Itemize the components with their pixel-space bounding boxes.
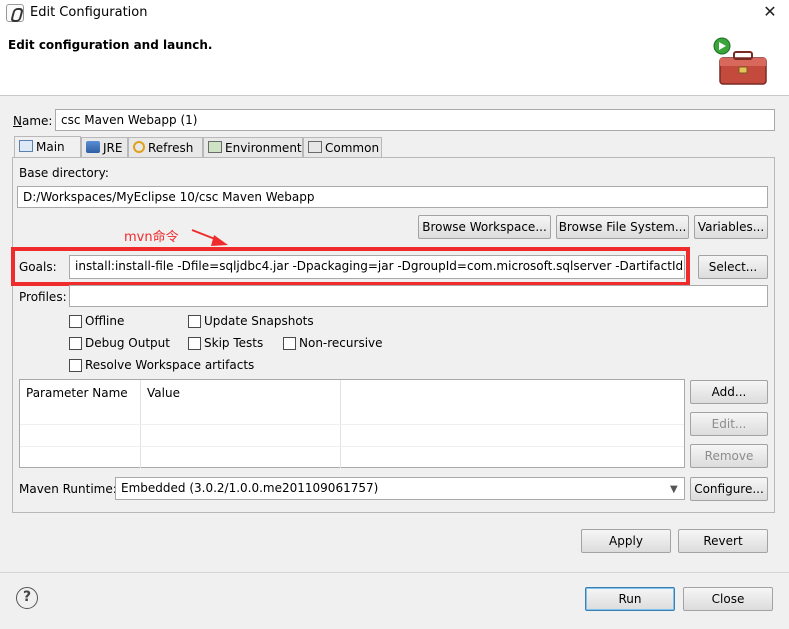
- annotation-text: mvn命令: [124, 230, 179, 245]
- configure-runtime-button[interactable]: Configure...: [690, 477, 768, 501]
- maven-runtime-select[interactable]: Embedded (3.0.2/1.0.0.me201109061757): [115, 477, 685, 500]
- tab-environment[interactable]: Environment: [203, 137, 303, 158]
- goals-select-button[interactable]: Select...: [698, 255, 768, 279]
- non-recursive-checkbox[interactable]: [283, 337, 296, 350]
- close-button[interactable]: Close: [683, 587, 773, 611]
- help-icon[interactable]: ?: [16, 587, 38, 609]
- name-label: Name:: [13, 114, 53, 128]
- window-title: Edit Configuration: [30, 5, 148, 20]
- environment-tab-icon: [208, 141, 222, 153]
- skip-tests-checkbox[interactable]: [188, 337, 201, 350]
- resolve-workspace-checkbox[interactable]: [69, 359, 82, 372]
- chevron-down-icon: ▼: [670, 484, 678, 495]
- update-snapshots-label: Update Snapshots: [204, 314, 314, 328]
- name-field[interactable]: csc Maven Webapp (1): [55, 109, 775, 131]
- main-tab-icon: [19, 140, 33, 152]
- offline-label: Offline: [85, 314, 125, 328]
- resolve-workspace-label: Resolve Workspace artifacts: [85, 358, 255, 372]
- variables-button[interactable]: Variables...: [694, 215, 768, 239]
- profiles-field[interactable]: [69, 285, 768, 307]
- goals-highlight-box: [11, 247, 690, 286]
- edit-parameter-button[interactable]: Edit...: [690, 412, 768, 436]
- parameters-table[interactable]: Parameter Name Value: [19, 379, 685, 468]
- common-tab-icon: [308, 141, 322, 153]
- add-parameter-button[interactable]: Add...: [690, 380, 768, 404]
- browse-file-system-button[interactable]: Browse File System...: [556, 215, 689, 239]
- annotation-arrow-icon: [191, 229, 228, 246]
- app-icon: [6, 4, 24, 22]
- update-snapshots-checkbox[interactable]: [188, 315, 201, 328]
- remove-parameter-button[interactable]: Remove: [690, 444, 768, 468]
- tab-common[interactable]: Common: [303, 137, 382, 158]
- dialog-header: [0, 26, 789, 96]
- maven-runtime-label: Maven Runtime:: [19, 482, 117, 496]
- browse-workspace-button[interactable]: Browse Workspace...: [418, 215, 551, 239]
- run-button[interactable]: Run: [585, 587, 675, 611]
- tab-jre[interactable]: JRE: [81, 137, 128, 158]
- close-window-button[interactable]: ✕: [760, 2, 780, 22]
- revert-button[interactable]: Revert: [678, 529, 768, 553]
- tab-refresh[interactable]: Refresh: [128, 137, 203, 158]
- column-header-parameter-name: Parameter Name: [26, 386, 128, 400]
- tab-main[interactable]: Main: [14, 136, 81, 158]
- debug-output-checkbox[interactable]: [69, 337, 82, 350]
- refresh-tab-icon: [133, 141, 145, 153]
- table-row: [20, 446, 684, 447]
- run-toolbox-icon: [713, 37, 767, 85]
- debug-output-label: Debug Output: [85, 336, 170, 350]
- non-recursive-label: Non-recursive: [299, 336, 383, 350]
- apply-button[interactable]: Apply: [581, 529, 671, 553]
- header-title: Edit configuration and launch.: [8, 38, 213, 52]
- jre-tab-icon: [86, 141, 100, 153]
- skip-tests-label: Skip Tests: [204, 336, 264, 350]
- base-directory-field[interactable]: D:/Workspaces/MyEclipse 10/csc Maven Web…: [17, 186, 768, 208]
- base-directory-label: Base directory:: [19, 166, 109, 180]
- column-header-value: Value: [147, 386, 180, 400]
- table-row: [20, 424, 684, 425]
- profiles-label: Profiles:: [19, 290, 67, 304]
- footer-divider: [0, 572, 789, 573]
- offline-checkbox[interactable]: [69, 315, 82, 328]
